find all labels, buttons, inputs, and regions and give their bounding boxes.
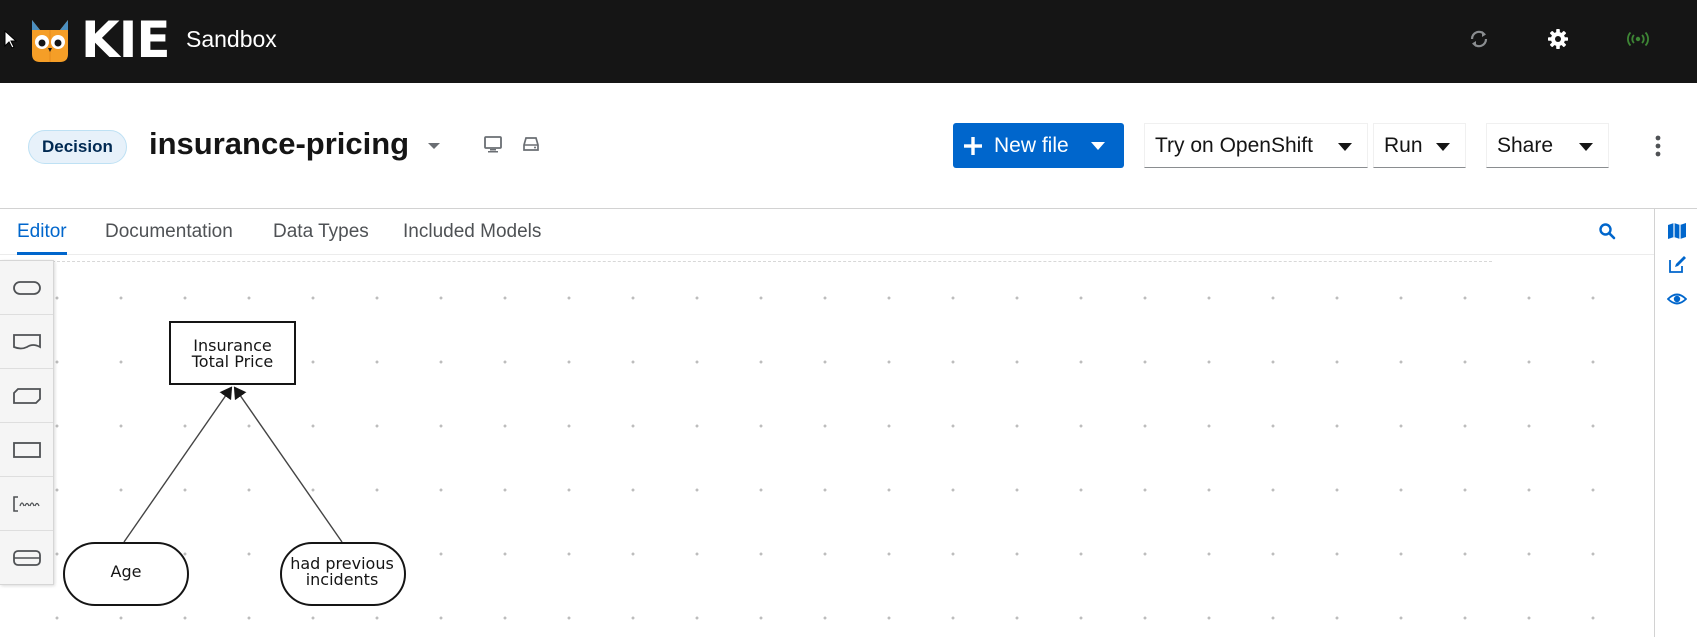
input-data-label-age: Age	[110, 562, 142, 581]
information-requirement-edge[interactable]	[123, 386, 233, 543]
decision-label-line2: Total Price	[191, 352, 274, 371]
file-header: Decision insurance-pricing New file Try …	[0, 83, 1697, 209]
product-name: Sandbox	[186, 26, 277, 52]
sync-icon[interactable]	[1466, 26, 1492, 52]
text-annotation-shape-icon	[12, 495, 40, 512]
knowledge-source-shape-icon	[12, 333, 41, 349]
try-on-openshift-label: Try on OpenShift	[1155, 133, 1313, 157]
caret-down-icon[interactable]	[424, 136, 444, 156]
tab-data-types[interactable]: Data Types	[273, 209, 369, 255]
run-label: Run	[1384, 133, 1423, 157]
palette-text-annotation-tool[interactable]	[0, 477, 53, 531]
masthead: KIE Sandbox	[0, 0, 1697, 83]
caret-down-icon[interactable]	[1337, 140, 1353, 154]
share-button[interactable]: Share	[1486, 123, 1609, 168]
run-button[interactable]: Run	[1373, 123, 1466, 168]
editor-tab-bar: Editor Documentation Data Types Included…	[0, 209, 1654, 255]
decision-node-label: Insurance Total Price	[170, 338, 295, 370]
input-data-shape-icon	[12, 280, 41, 295]
tab-documentation[interactable]: Documentation	[105, 209, 233, 255]
tab-editor[interactable]: Editor	[17, 209, 67, 255]
kie-owl-logo-icon	[32, 20, 68, 62]
input-data-label-incidents: had previous incidents	[280, 556, 404, 588]
try-on-openshift-button[interactable]: Try on OpenShift	[1144, 123, 1368, 168]
plus-icon	[964, 136, 982, 155]
mouse-cursor-icon	[4, 30, 18, 49]
new-file-label: New file	[994, 133, 1069, 157]
palette-decision-service-tool[interactable]	[0, 531, 53, 585]
tab-included-models[interactable]: Included Models	[403, 209, 541, 255]
search-icon[interactable]	[1598, 222, 1616, 240]
right-side-panel	[1654, 209, 1697, 637]
decision-service-shape-icon	[12, 550, 41, 566]
gear-icon[interactable]	[1545, 26, 1571, 52]
kebab-menu-icon[interactable]	[1651, 135, 1665, 157]
preview-eye-icon[interactable]	[1667, 289, 1687, 309]
storage-drive-icon[interactable]	[521, 134, 541, 154]
bkm-shape-icon	[12, 387, 41, 404]
caret-down-icon[interactable]	[1578, 140, 1594, 154]
edit-properties-icon[interactable]	[1667, 255, 1687, 275]
share-label: Share	[1497, 133, 1554, 157]
palette-decision-tool[interactable]	[0, 423, 53, 477]
desktop-icon[interactable]	[483, 134, 503, 154]
connection-status-icon[interactable]	[1625, 26, 1651, 52]
brand-name: KIE	[81, 11, 171, 69]
map-icon[interactable]	[1667, 221, 1687, 241]
palette-knowledge-source-tool[interactable]	[0, 315, 53, 369]
file-type-badge: Decision	[28, 130, 127, 164]
file-name[interactable]: insurance-pricing	[149, 123, 409, 165]
new-file-button[interactable]: New file	[953, 123, 1124, 168]
node-palette	[0, 260, 54, 585]
palette-bkm-tool[interactable]	[0, 369, 53, 423]
caret-down-icon[interactable]	[1435, 140, 1451, 154]
palette-input-data-tool[interactable]	[0, 261, 53, 315]
decision-shape-icon	[12, 441, 41, 458]
information-requirement-edge[interactable]	[233, 386, 343, 543]
incidents-label-line2: incidents	[305, 570, 379, 589]
caret-down-icon[interactable]	[1090, 139, 1106, 153]
